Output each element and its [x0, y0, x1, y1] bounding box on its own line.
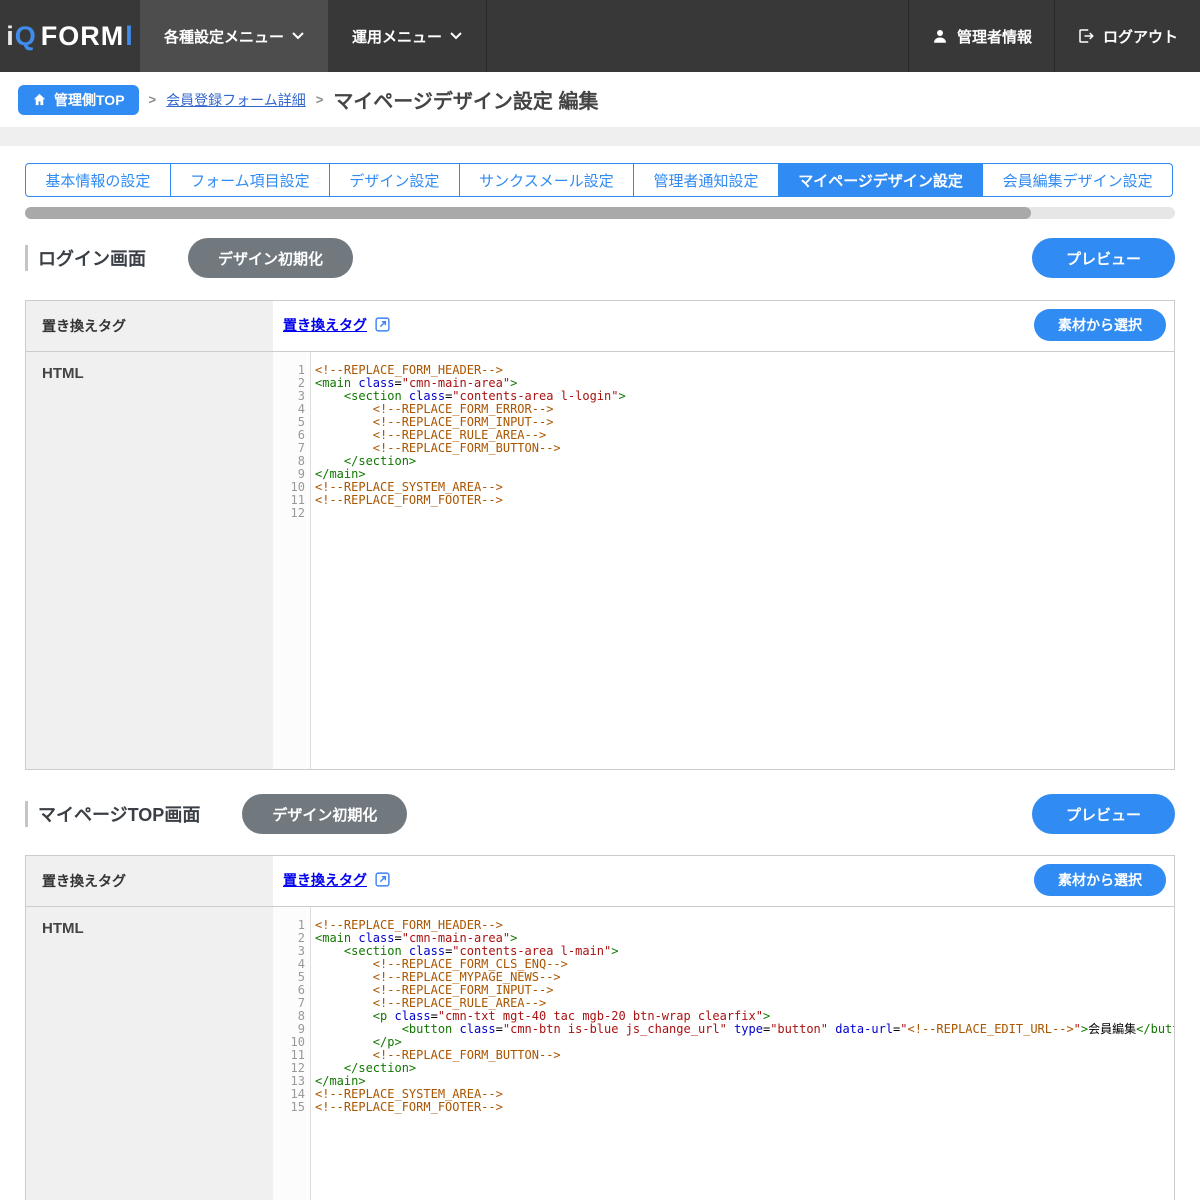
admin-info-button[interactable]: 管理者情報 — [908, 0, 1054, 72]
replace-tag-link[interactable]: 置き換えタグ — [283, 315, 367, 335]
logout-button[interactable]: ログアウト — [1054, 0, 1200, 72]
top-menu: 各種設定メニュー 運用メニュー — [140, 0, 487, 72]
menu-operation-label: 運用メニュー — [352, 26, 442, 47]
breadcrumb: 管理側TOP > 会員登録フォーム詳細 > マイページデザイン設定 編集 — [0, 72, 1200, 127]
menu-operation[interactable]: 運用メニュー — [328, 0, 487, 72]
row-value-cell: 置き換えタグ 素材から選択 — [273, 856, 1174, 903]
breadcrumb-home-label: 管理側TOP — [54, 90, 125, 110]
section-title-bar — [25, 245, 28, 271]
editor-line-numbers: 123456789101112131415 — [273, 907, 311, 1200]
main-content: 基本情報の設定フォーム項目設定デザイン設定サンクスメール設定管理者通知設定マイペ… — [0, 163, 1200, 1200]
tab-6[interactable]: 会員編集デザイン設定 — [982, 163, 1173, 197]
chevron-down-icon — [292, 32, 304, 40]
html-editor: 123456789101112131415 <!--REPLACE_FORM_H… — [273, 907, 1174, 1200]
preview-button[interactable]: プレビュー — [1032, 238, 1175, 278]
html-editor: 123456789101112 <!--REPLACE_FORM_HEADER-… — [273, 352, 1174, 769]
logout-label: ログアウト — [1103, 26, 1178, 47]
breadcrumb-separator: > — [149, 92, 157, 107]
tab-5[interactable]: マイページデザイン設定 — [778, 163, 983, 197]
tab-0[interactable]: 基本情報の設定 — [25, 163, 171, 197]
user-icon — [931, 27, 949, 45]
row-label: HTML — [26, 907, 273, 1200]
section-title: マイページTOP画面 — [38, 801, 200, 827]
section-title: ログイン画面 — [38, 245, 146, 271]
row-label: 置き換えタグ — [26, 856, 273, 906]
menu-settings[interactable]: 各種設定メニュー — [140, 0, 328, 72]
replace-tag-link[interactable]: 置き換えタグ — [283, 870, 367, 890]
tabs-scrollbar-track[interactable] — [25, 207, 1175, 219]
top-right-actions: 管理者情報 ログアウト — [908, 0, 1200, 72]
section-login-screen: ログイン画面 デザイン初期化 プレビュー 置き換えタグ 置き換えタグ 素材から選… — [25, 238, 1175, 770]
breadcrumb-home-button[interactable]: 管理側TOP — [18, 85, 139, 115]
admin-info-label: 管理者情報 — [957, 26, 1032, 47]
home-icon — [32, 92, 47, 107]
separator-band — [0, 127, 1200, 146]
editor-line-numbers: 123456789101112 — [273, 352, 311, 769]
html-code-editor[interactable]: <!--REPLACE_FORM_HEADER--><main class="c… — [311, 907, 1174, 1200]
external-link-icon[interactable] — [374, 316, 391, 333]
select-material-button[interactable]: 素材から選択 — [1034, 864, 1166, 896]
tab-3[interactable]: サンクスメール設定 — [459, 163, 634, 197]
page-title: マイページデザイン設定 編集 — [333, 85, 598, 114]
page: iQFORMl 各種設定メニュー 運用メニュー 管理者情報 ログアウト — [0, 0, 1200, 1200]
app-logo: iQFORMl — [0, 0, 140, 72]
menu-settings-label: 各種設定メニュー — [164, 26, 284, 47]
table-row-replace-tag: 置き換えタグ 置き換えタグ 素材から選択 — [26, 856, 1174, 907]
design-reset-button[interactable]: デザイン初期化 — [242, 794, 407, 834]
design-reset-button[interactable]: デザイン初期化 — [188, 238, 353, 278]
section-title-bar — [25, 801, 28, 827]
breadcrumb-link-form-detail[interactable]: 会員登録フォーム詳細 — [166, 90, 306, 110]
table-row-html: HTML 123456789101112131415 <!--REPLACE_F… — [26, 907, 1174, 1200]
logout-icon — [1077, 27, 1095, 45]
section-header: ログイン画面 デザイン初期化 プレビュー — [25, 238, 1175, 278]
tab-4[interactable]: 管理者通知設定 — [633, 163, 779, 197]
section-header: マイページTOP画面 デザイン初期化 プレビュー — [25, 794, 1175, 834]
html-code-editor[interactable]: <!--REPLACE_FORM_HEADER--><main class="c… — [311, 352, 1174, 769]
tabs-scrollbar-thumb[interactable] — [25, 207, 1031, 219]
row-label: HTML — [26, 352, 273, 769]
preview-button[interactable]: プレビュー — [1032, 794, 1175, 834]
tab-bar: 基本情報の設定フォーム項目設定デザイン設定サンクスメール設定管理者通知設定マイペ… — [25, 163, 1173, 197]
tab-1[interactable]: フォーム項目設定 — [170, 163, 330, 197]
chevron-down-icon — [450, 32, 462, 40]
row-value-cell: 置き換えタグ 素材から選択 — [273, 301, 1174, 348]
design-settings-table: 置き換えタグ 置き換えタグ 素材から選択 HTML 12345678910111… — [25, 855, 1175, 1200]
tab-2[interactable]: デザイン設定 — [329, 163, 460, 197]
table-row-replace-tag: 置き換えタグ 置き換えタグ 素材から選択 — [26, 301, 1174, 352]
top-header: iQFORMl 各種設定メニュー 運用メニュー 管理者情報 ログアウト — [0, 0, 1200, 72]
design-settings-table: 置き換えタグ 置き換えタグ 素材から選択 HTML 12345678910111… — [25, 300, 1175, 770]
logo-text: i — [6, 21, 15, 52]
select-material-button[interactable]: 素材から選択 — [1034, 309, 1166, 341]
row-label: 置き換えタグ — [26, 301, 273, 351]
table-row-html: HTML 123456789101112 <!--REPLACE_FORM_HE… — [26, 352, 1174, 769]
external-link-icon[interactable] — [374, 871, 391, 888]
section-mypage-top-screen: マイページTOP画面 デザイン初期化 プレビュー 置き換えタグ 置き換えタグ 素… — [25, 794, 1175, 1200]
breadcrumb-separator: > — [316, 92, 324, 107]
